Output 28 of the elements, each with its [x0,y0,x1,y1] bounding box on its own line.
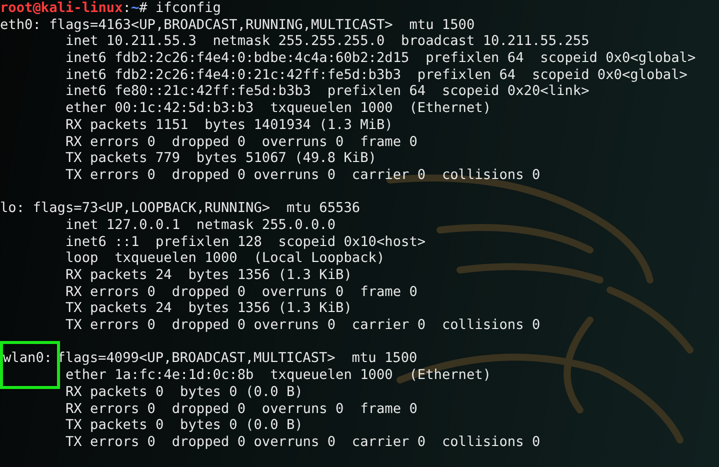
interface-flags: flags=4163<UP,BROADCAST,RUNNING,MULTICAST> mtu 1500 [49,16,475,34]
interface-detail: RX packets 1151 bytes 1401934 (1.3 MiB) [65,116,393,134]
interface-detail: RX packets 24 bytes 1356 (1.3 KiB) [65,267,352,284]
interface-detail: TX errors 0 dropped 0 overruns 0 carrier 0 collisions 0 [65,317,540,334]
interface-detail: inet6 fe80::21c:42ff:fe5d:b3b3 prefixlen 64 scopeid 0x20<link> [65,83,590,100]
interface-detail: ether 00:1c:42:5d:b3:b3 txqueuelen 1000 (Ethernet) [65,100,492,117]
interface-detail: ether 1a:fc:4e:1d:0c:8b txqueuelen 1000 (Ethernet) [65,367,492,384]
interface-flags: flags=73<UP,LOOPBACK,RUNNING> mtu 65536 [32,200,360,217]
interface-detail: inet 127.0.0.1 netmask 255.0.0.0 [65,216,336,234]
interface-detail: RX errors 0 dropped 0 overruns 0 frame 0 [65,400,418,418]
interface-detail: TX packets 24 bytes 1356 (1.3 KiB) [65,300,352,318]
shell-prompt: root@kali-linux:~# [0,0,148,17]
interface-detail: inet 10.211.55.3 netmask 255.255.255.0 broadcast 10.211.55.255 [65,33,590,50]
interface-detail: RX errors 0 dropped 0 overruns 0 frame 0 [65,284,418,300]
interface-detail: inet6 fdb2:2c26:f4e4:0:bdbe:4c4a:60b2:2d15 prefixlen 64 scopeid 0x0<global> [65,50,696,67]
interface-name: lo: [0,200,25,217]
interface-detail: inet6 ::1 prefixlen 128 scopeid 0x10<host> [65,234,426,250]
interface-detail: TX errors 0 dropped 0 overruns 0 carrier 0 collisions 0 [65,166,540,184]
interface-detail: TX packets 779 bytes 51067 (49.8 KiB) [65,150,376,167]
interface-name: wlan0: [0,341,60,390]
interface-detail: TX errors 0 dropped 0 overruns 0 carrier 0 collisions 0 [65,434,540,451]
interface-detail: inet6 fdb2:2c26:f4e4:0:21c:42ff:fe5d:b3b3 prefixlen 64 scopeid 0x0<global> [65,66,688,84]
interface-detail: RX packets 0 bytes 0 (0.0 B) [65,384,303,400]
interface-name: eth0: [0,16,41,34]
interface-detail: TX packets 0 bytes 0 (0.0 B) [65,417,303,434]
command-text: ifconfig [156,0,221,17]
interface-detail: loop txqueuelen 1000 (Local Loopback) [65,250,385,267]
interface-detail: RX errors 0 dropped 0 overruns 0 frame 0 [65,134,418,150]
